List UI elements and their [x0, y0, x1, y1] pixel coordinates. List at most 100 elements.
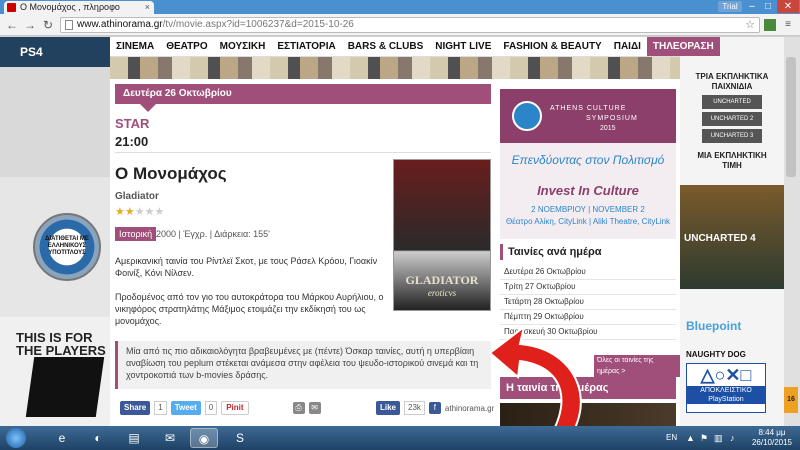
day-link[interactable]: Τετάρτη 28 Οκτωβρίου — [500, 295, 676, 310]
reload-button[interactable]: ↻ — [40, 17, 56, 33]
extension-icon[interactable] — [764, 19, 776, 31]
banner-line-1: ATHENS CULTURE — [550, 105, 627, 112]
mail-icon[interactable]: ✉ — [156, 428, 184, 448]
price-text-1: ΜΙΑ ΕΚΠΛΗΚΤΙΚΗ — [697, 151, 767, 160]
right-skin-ad[interactable]: ΤΡΙΑ ΕΚΠΛΗΚΤΙΚΑ ΠΑΙΧΝΙΔΙΑ UNCHARTED UNCH… — [680, 37, 784, 426]
divider — [115, 152, 491, 153]
banner-line-6: 2 ΝΟΕΜΒΡΙΟΥ | NOVEMBER 2 — [531, 205, 645, 214]
profile-badge[interactable]: Trial — [718, 1, 742, 12]
nav-item-bars-clubs[interactable]: BARS & CLUBS — [342, 37, 430, 56]
browser-tab[interactable]: Ο Μονομάχος , πληροφο × — [4, 1, 154, 14]
volume-icon[interactable]: ♪ — [730, 433, 735, 443]
browser-toolbar: ← → ↻ www.athinorama.gr/tv/movie.aspx?id… — [0, 14, 800, 36]
movie-credits: Αμερικανική ταινία του Ρίντλεϊ Σκοτ, με … — [115, 256, 378, 278]
nav-item-night-live[interactable]: NIGHT LIVE — [429, 37, 497, 56]
print-icon[interactable]: ⎙ — [292, 402, 305, 414]
date-pointer — [140, 104, 156, 112]
banner-line-3: 2015 — [600, 125, 616, 132]
red-arrow-annotation — [488, 324, 582, 426]
rating-stars: ★★★★★ — [115, 205, 164, 218]
clock[interactable]: 8:44 μμ 26/10/2015 — [748, 428, 796, 448]
back-button[interactable]: ← — [4, 17, 20, 33]
site-navigation: ΣΙΝΕΜΑ ΘΕΑΤΡΟ ΜΟΥΣΙΚΗ ΕΣΤΙΑΤΟΡΙΑ BARS & … — [110, 37, 720, 57]
star-empty-icon: ★ — [154, 206, 165, 218]
nav-item-kids[interactable]: ΠΑΙΔΙ — [608, 37, 647, 56]
nav-item-cinema[interactable]: ΣΙΝΕΜΑ — [110, 37, 160, 56]
tweet-count: 0 — [204, 401, 218, 415]
clock-time: 8:44 μμ — [758, 428, 786, 437]
scrollbar-thumb[interactable] — [786, 57, 796, 177]
movie-poster[interactable]: GLADIATOR eroticvs — [393, 159, 491, 311]
facebook-like-button[interactable]: Like — [376, 401, 401, 415]
email-icon[interactable]: ✉ — [308, 402, 321, 414]
price-text-2: ΤΙΜΗ — [722, 161, 742, 170]
pinterest-pin-button[interactable]: Pinit — [221, 401, 249, 415]
tray-expand-icon[interactable]: ▲ — [686, 433, 695, 443]
bluepoint-logo: Bluepoint — [686, 319, 742, 333]
facebook-share-count: 1 — [154, 401, 167, 415]
like-count: 23k — [404, 401, 425, 415]
close-tab-icon[interactable]: × — [145, 1, 150, 14]
nav-item-music[interactable]: ΜΟΥΣΙΚΗ — [214, 37, 272, 56]
slogan: THIS IS FOR THE PLAYERS — [16, 331, 106, 357]
window-close-button[interactable]: ✕ — [777, 0, 799, 13]
facebook-icon[interactable]: f — [428, 402, 441, 414]
nav-item-restaurants[interactable]: ΕΣΤΙΑΤΟΡΙΑ — [271, 37, 341, 56]
movie-title: Ο Μονομάχος — [115, 164, 227, 183]
playstation-exclusive-badge: △○✕□ ΑΠΟΚΛΕΙΣΤΙΚΟ PlayStation — [686, 363, 766, 413]
poster-title: GLADIATOR — [405, 273, 479, 287]
ps4-logo: PS4 — [20, 45, 43, 59]
facebook-share-button[interactable]: Share — [120, 401, 151, 415]
star-filled-icon: ★ — [124, 206, 135, 218]
star-filled-icon: ★ — [115, 206, 125, 218]
arrow-shape — [488, 324, 582, 426]
all-movies-of-day-button[interactable]: Όλες οι ταινίες της ημέρας > — [594, 355, 680, 377]
twitter-tweet-button[interactable]: Tweet — [170, 401, 201, 415]
clock-date: 26/10/2015 — [751, 438, 793, 447]
main-content: Δευτέρα 26 Οκτωβρίου STAR 21:00 Ο Μονομά… — [110, 79, 680, 426]
chrome-taskbar-icon[interactable]: ◉ — [190, 428, 218, 448]
minimize-button[interactable]: – — [744, 0, 760, 13]
program-date: Δευτέρα 26 Οκτωβρίου — [115, 84, 491, 104]
subtitles-badge-text: ΔΙΑΤΙΘΕΤΑΙ ΜΕ ΕΛΛΗΝΙΚΟΥΣ ΥΠΟΤΙΤΛΟΥΣ — [45, 236, 89, 256]
internet-explorer-icon[interactable]: e — [48, 428, 76, 448]
bookmark-star-icon[interactable]: ☆ — [745, 18, 755, 32]
game-logo-1: UNCHARTED — [702, 95, 762, 109]
system-tray: EN ▲ ⚑ ▥ ♪ 8:44 μμ 26/10/2015 — [660, 426, 800, 450]
day-link[interactable]: Δευτέρα 26 Οκτωβρίου — [500, 265, 676, 280]
banner-line-4: Επενδύοντας στον Πολιτισμό — [511, 153, 665, 167]
network-icon[interactable]: ▥ — [714, 433, 723, 444]
banner-line-2: SYMPOSIUM — [586, 115, 638, 122]
browser-tabbar: Ο Μονομάχος , πληροφο × Trial – □ ✕ — [0, 0, 800, 14]
file-explorer-icon[interactable]: ▤ — [120, 428, 148, 448]
left-skin-ad[interactable]: PS4 ΔΙΑΤΙΘΕΤΑΙ ΜΕ ΕΛΛΗΝΙΚΟΥΣ ΥΠΟΤΙΤΛΟΥΣ … — [0, 37, 110, 426]
maximize-button[interactable]: □ — [760, 0, 776, 13]
language-indicator[interactable]: EN — [666, 433, 677, 442]
nav-item-theatre[interactable]: ΘΕΑΤΡΟ — [160, 37, 213, 56]
day-link[interactable]: Τρίτη 27 Οκτωβρίου — [500, 280, 676, 295]
tv-channel[interactable]: STAR — [115, 116, 149, 131]
ps-exclusive-text: ΑΠΟΚΛΕΙΣΤΙΚΟ PlayStation — [687, 386, 765, 404]
uncharted4-image: UNCHARTED 4 — [680, 185, 784, 289]
forward-button[interactable]: → — [22, 17, 38, 33]
chrome-menu-icon[interactable]: ≡ — [782, 19, 794, 31]
ps4-console-image — [25, 357, 105, 417]
star-empty-icon: ★ — [134, 206, 145, 218]
nav-item-tv[interactable]: ΤΗΛΕΟΡΑΣΗ — [646, 37, 720, 56]
game-logo-2: UNCHARTED 2 — [702, 112, 762, 126]
nav-item-fashion-beauty[interactable]: FASHION & BEAUTY — [497, 37, 607, 56]
skype-icon[interactable]: S — [226, 428, 254, 448]
culture-symposium-banner[interactable]: ATHENS CULTURE SYMPOSIUM 2015 Επενδύοντα… — [500, 89, 676, 239]
movies-by-day-heading: Ταινίες ανά ημέρα — [500, 244, 676, 260]
genre-badge[interactable]: Ιστορική — [115, 227, 157, 241]
movie-synopsis: Προδομένος από τον γιο του αυτοκράτορα τ… — [115, 292, 384, 326]
poster-subtitle: eroticvs — [427, 288, 457, 298]
action-center-icon[interactable]: ⚑ — [700, 433, 708, 444]
media-player-icon[interactable]: ◐ — [84, 428, 112, 448]
critic-review: Μία από τις πιο αδικαιολόγητα βραβευμένε… — [115, 341, 491, 389]
show-time: 21:00 — [115, 134, 149, 149]
tab-title: Ο Μονομάχος , πληροφο — [20, 2, 120, 12]
address-bar[interactable]: www.athinorama.gr/tv/movie.aspx?id=10062… — [60, 17, 760, 33]
start-button[interactable] — [6, 428, 26, 448]
symposium-logo-icon — [512, 101, 542, 131]
